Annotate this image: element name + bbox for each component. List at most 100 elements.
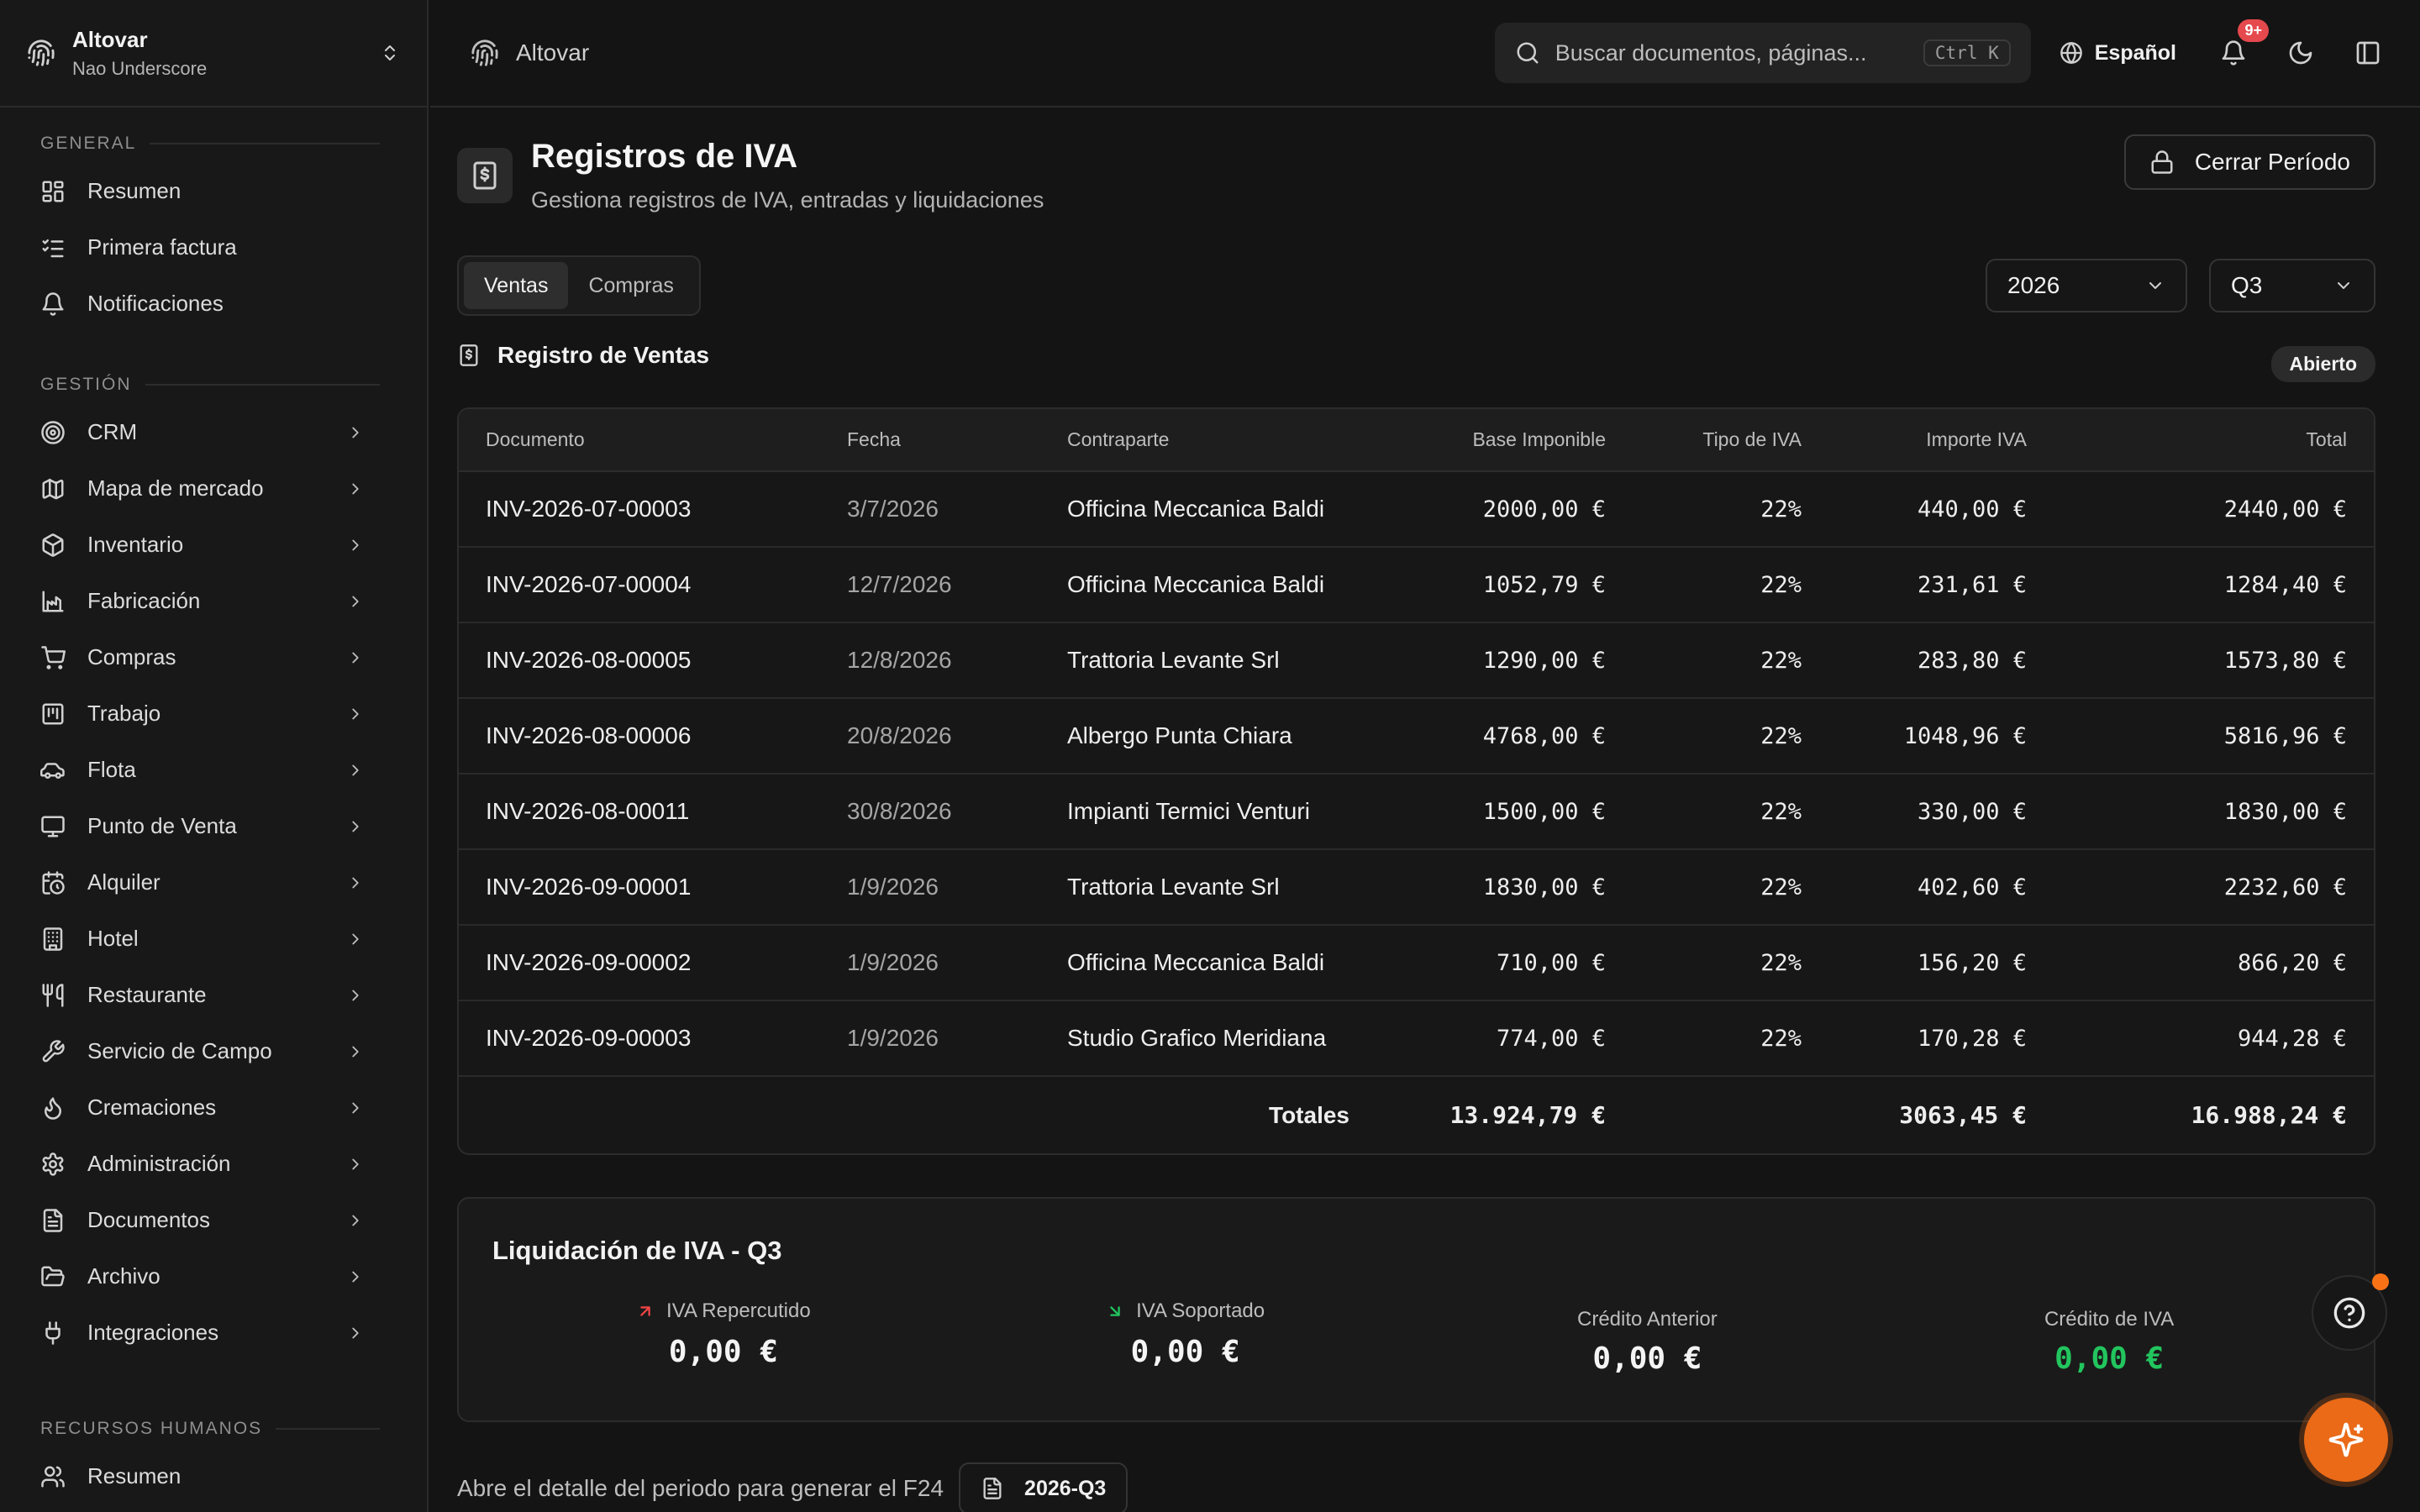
stat-iva-soportado: IVA Soportado 0,00 € [955,1299,1417,1376]
cell-importe: 156,20 € [1828,925,2054,1001]
register-tabs: Ventas Compras [457,255,701,316]
cell-base: 1290,00 € [1376,622,1633,699]
folder-open-icon [41,1266,65,1286]
table-row[interactable]: INV-2026-09-00001 1/9/2026 Trattoria Levan… [459,849,2374,926]
stat-value: 0,00 € [1592,1341,1702,1376]
sidebar-item-punto-de-venta[interactable]: Punto de Venta [0,798,427,854]
cell-documento: INV-2026-08-00011 [459,774,820,850]
fingerprint-icon [471,39,498,66]
col-tipo[interactable]: Tipo de IVA [1633,409,1828,472]
table-row[interactable]: INV-2026-08-00006 20/8/2026 Albergo Punta … [459,698,2374,774]
sidebar-item-compras[interactable]: Compras [0,629,427,685]
cell-total: 2232,60 € [2054,849,2374,926]
sidebar-item-flota[interactable]: Flota [0,742,427,798]
status-badge: Abierto [2270,346,2375,382]
cell-tipo: 22% [1633,547,1828,623]
cell-documento: INV-2026-08-00006 [459,698,820,774]
cell-fecha: 30/8/2026 [820,774,1040,850]
sidebar-item-crm[interactable]: CRM [0,404,427,460]
kanban-icon [42,703,64,724]
sidebar-item-trabajo[interactable]: Trabajo [0,685,427,742]
period-label: 2026-Q3 [1024,1476,1107,1500]
workspace-switcher[interactable]: Altovar Nao Underscore [0,0,427,108]
sidebar-item-integraciones[interactable]: Integraciones [0,1305,427,1361]
ai-assistant-button[interactable] [2304,1398,2388,1482]
cart-icon [41,645,66,669]
sidebar-item-cremaciones[interactable]: Cremaciones [0,1079,427,1136]
col-importe[interactable]: Importe IVA [1828,409,2054,472]
sidebar-item-inventario[interactable]: Inventario [0,517,427,573]
cell-documento: INV-2026-07-00003 [459,471,820,548]
sidebar-item-resumen[interactable]: Resumen [0,163,427,219]
sidebar-item-administracion[interactable]: Administración [0,1136,427,1192]
chevron-down-icon [2149,282,2161,289]
cell-documento: INV-2026-07-00004 [459,547,820,623]
quarter-select[interactable]: Q3 [2209,259,2375,312]
table-row[interactable]: INV-2026-09-00003 1/9/2026 Studio Grafico … [459,1000,2374,1077]
totals-importe: 3063,45 € [1899,1101,2027,1129]
close-period-button[interactable]: Cerrar Período [2123,134,2375,190]
chevron-right-icon [352,764,359,775]
divider [145,384,380,386]
sidebar-item-label: Integraciones [87,1320,219,1345]
sidebar-section-title: GENERAL [0,131,427,156]
language-switcher[interactable]: Español [2060,41,2176,66]
totals-label: Totales [1269,1101,1349,1128]
sidebar-item-hotel[interactable]: Hotel [0,911,427,967]
notifications-button[interactable]: 9+ [2220,19,2269,66]
cell-documento: INV-2026-09-00002 [459,925,820,1001]
chevron-right-icon [352,596,359,606]
page-title: Registros de IVA [531,138,798,175]
fingerprint-icon [28,39,55,66]
sidebar-item-label: Resumen [87,1463,182,1488]
table-row[interactable]: INV-2026-07-00004 12/7/2026 Officina Mecca… [459,547,2374,623]
stat-label: Crédito Anterior [1577,1308,1718,1331]
col-contraparte[interactable]: Contraparte [1040,409,1376,472]
sidebar-item-primera-factura[interactable]: Primera factura [0,219,427,276]
col-total[interactable]: Total [2054,409,2374,472]
cell-base: 1500,00 € [1376,774,1633,850]
sidebar-item-fabricacion[interactable]: Fabricación [0,573,427,629]
table-row[interactable]: INV-2026-07-00003 3/7/2026 Officina Meccan… [459,471,2374,548]
sidebar-item-mapa-de-mercado[interactable]: Mapa de mercado [0,460,427,517]
help-button[interactable] [2312,1273,2389,1351]
period-detail-button[interactable]: 2026-Q3 [959,1462,1128,1512]
search-input[interactable] [1555,39,1923,66]
cell-contraparte: Officina Meccanica Baldi [1040,547,1376,623]
search-box[interactable]: Ctrl K [1494,23,2031,83]
dashboard-icon [42,181,64,202]
sidebar-item-label: Servicio de Campo [87,1038,272,1063]
breadcrumb[interactable]: Altovar [471,39,1495,67]
cell-fecha: 1/9/2026 [820,925,1040,1001]
sidebar-item-notificaciones[interactable]: Notificaciones [0,276,427,332]
cell-documento: INV-2026-09-00003 [459,1000,820,1077]
cell-total: 5816,96 € [2054,698,2374,774]
sidebar-toggle-button[interactable] [2354,39,2381,66]
sidebar-item-servicio-de-campo[interactable]: Servicio de Campo [0,1023,427,1079]
cell-contraparte: Trattoria Levante Srl [1040,622,1376,699]
sidebar-item-label: Trabajo [87,701,161,726]
sidebar-item-label: Documentos [87,1207,210,1232]
sidebar-item-documentos[interactable]: Documentos [0,1192,427,1248]
sidebar-section-title: GESTIÓN [0,372,427,397]
table-row[interactable]: INV-2026-08-00005 12/8/2026 Trattoria Leva… [459,622,2374,699]
utensils-icon [42,983,64,1007]
year-select[interactable]: 2026 [1986,259,2187,312]
table-row[interactable]: INV-2026-09-00002 1/9/2026 Officina Meccan… [459,925,2374,1001]
col-fecha[interactable]: Fecha [820,409,1040,472]
sidebar-item-restaurante[interactable]: Restaurante [0,967,427,1023]
cell-base: 2000,00 € [1376,471,1633,548]
theme-toggle-button[interactable] [2287,39,2314,66]
tab-compras[interactable]: Compras [568,262,693,309]
sidebar-item-label: Hotel [87,926,139,951]
sidebar-item-resumen[interactable]: Resumen [0,1448,427,1504]
sidebar-item-alquiler[interactable]: Alquiler [0,854,427,911]
tab-ventas[interactable]: Ventas [464,262,569,309]
col-documento[interactable]: Documento [459,409,820,472]
sidebar-item-archivo[interactable]: Archivo [0,1248,427,1305]
stat-iva-repercutido: IVA Repercutido 0,00 € [492,1299,955,1376]
chevron-right-icon [352,483,359,494]
table-row[interactable]: INV-2026-08-00011 30/8/2026 Impianti Termi… [459,774,2374,850]
col-base[interactable]: Base Imponible [1376,409,1633,472]
cell-total: 2440,00 € [2054,471,2374,548]
